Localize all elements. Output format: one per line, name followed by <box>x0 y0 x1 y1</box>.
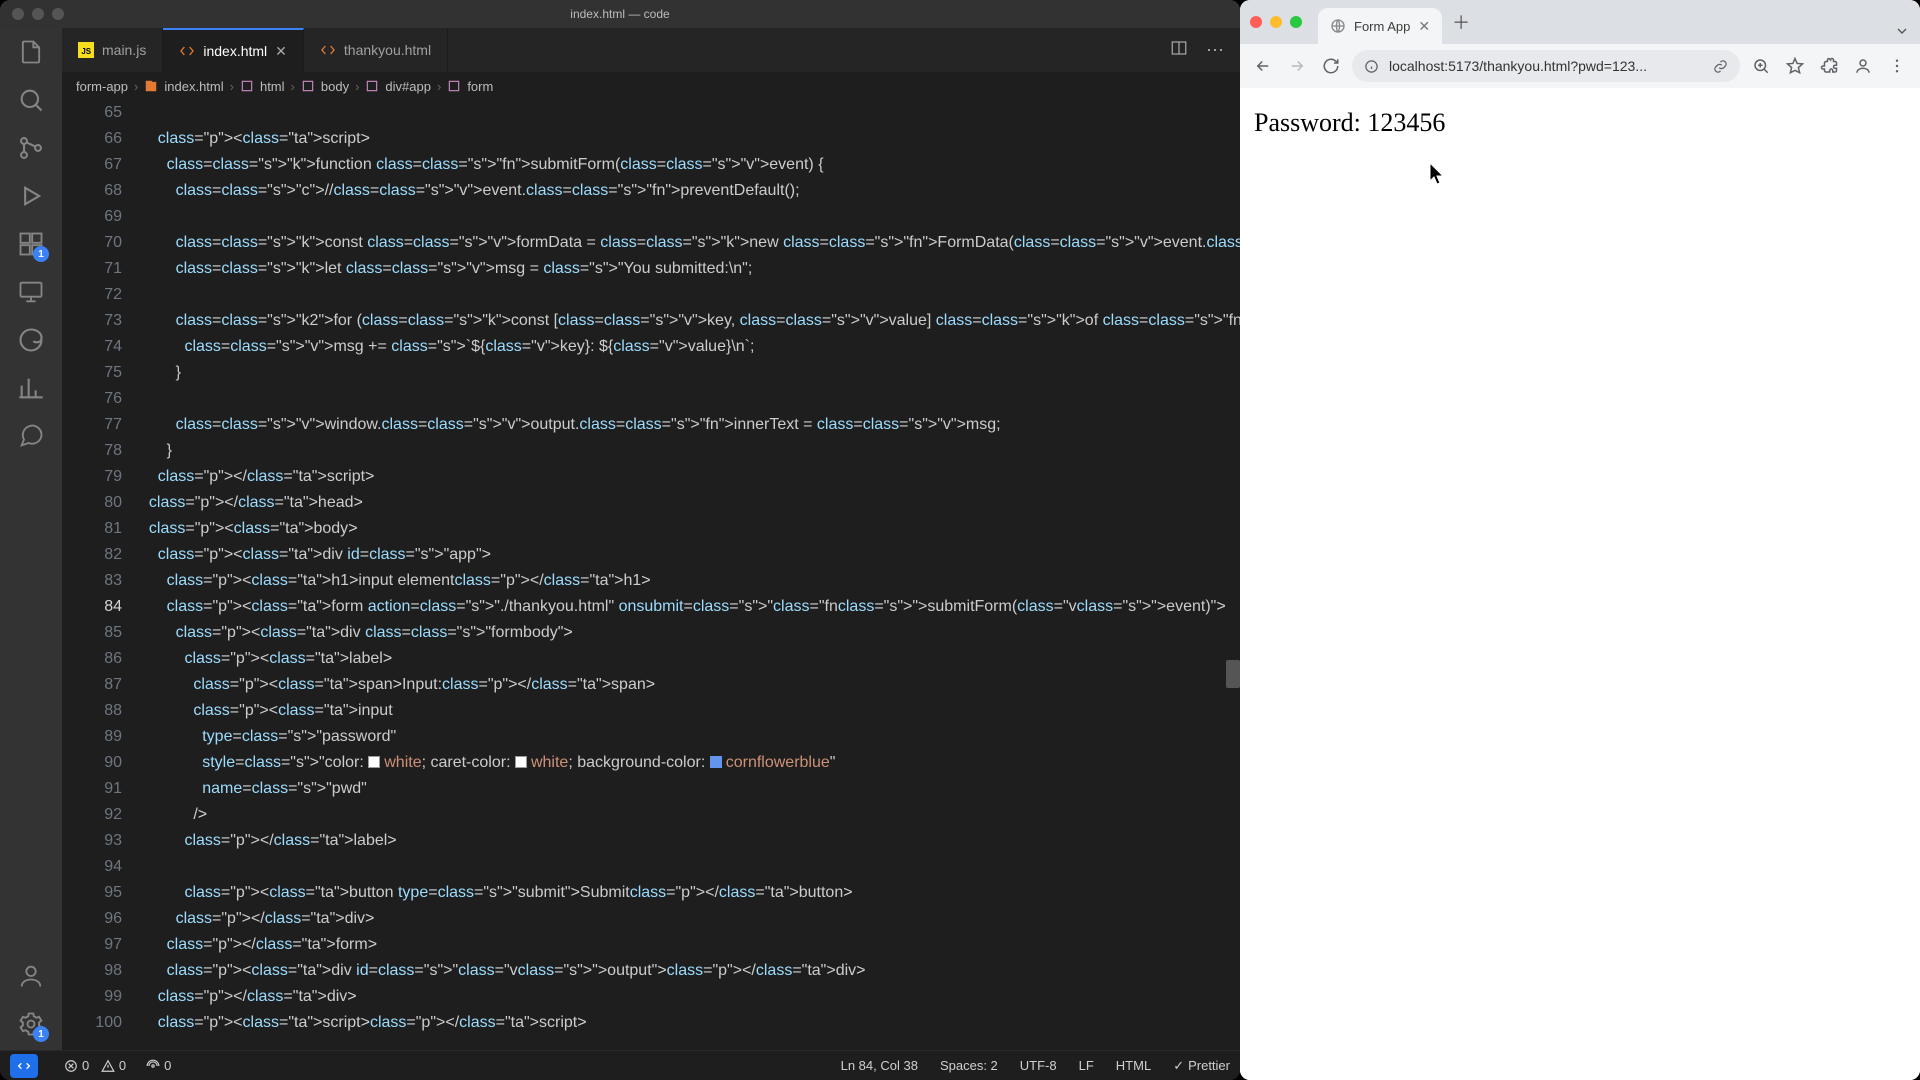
window-title: index.html — code <box>570 7 669 21</box>
status-bar: 0 0 0 Ln 84, Col 38 Spaces: 2 UTF-8 LF H… <box>0 1050 1240 1080</box>
remote-indicator[interactable] <box>10 1054 38 1078</box>
browser-tab-title: Form App <box>1354 19 1410 34</box>
edge-icon[interactable] <box>17 326 45 354</box>
forward-button[interactable] <box>1284 53 1310 79</box>
vscode-window: index.html — code 1 <box>0 0 1240 1080</box>
kebab-menu-icon[interactable] <box>1884 53 1910 79</box>
editor-actions: ⋯ <box>1154 28 1240 72</box>
breadcrumb[interactable]: form-app› index.html› html› body› div#ap… <box>62 72 1240 100</box>
chrome-window: Form App ✕ ＋ localhost:5173/thankyou.htm… <box>1240 0 1920 1080</box>
chrome-tab-strip: Form App ✕ ＋ <box>1240 0 1920 44</box>
close-tab-icon[interactable]: ✕ <box>1418 19 1430 33</box>
url-text: localhost:5173/thankyou.html?pwd=123... <box>1389 58 1703 74</box>
extensions-puzzle-icon[interactable] <box>1816 53 1842 79</box>
account-icon[interactable] <box>17 962 45 990</box>
mouse-cursor-icon <box>1428 162 1446 186</box>
breadcrumb-item[interactable]: index.html <box>164 79 223 94</box>
more-actions-icon[interactable]: ⋯ <box>1206 40 1224 61</box>
source-control-icon[interactable] <box>17 134 45 162</box>
ports-indicator[interactable]: 0 <box>146 1058 171 1073</box>
editor-zone: JSmain.jsindex.html✕thankyou.html ⋯ form… <box>62 28 1240 1050</box>
mac-traffic-lights[interactable] <box>12 8 64 20</box>
breadcrumb-item[interactable]: div#app <box>385 79 431 94</box>
extensions-badge: 1 <box>33 246 49 262</box>
breadcrumb-item[interactable]: html <box>260 79 285 94</box>
search-icon[interactable] <box>17 86 45 114</box>
expand-tabs-icon[interactable] <box>1894 23 1910 44</box>
breadcrumb-item[interactable]: form <box>467 79 493 94</box>
svg-text:JS: JS <box>81 47 91 56</box>
close-dot[interactable] <box>1250 16 1262 28</box>
bookmark-star-icon[interactable] <box>1782 53 1808 79</box>
zoom-dot[interactable] <box>52 8 64 20</box>
extensions-icon[interactable]: 1 <box>17 230 45 258</box>
chat-icon[interactable] <box>17 422 45 450</box>
cursor-position[interactable]: Ln 84, Col 38 <box>841 1058 918 1073</box>
editor-tab[interactable]: JSmain.js <box>62 28 163 72</box>
indentation[interactable]: Spaces: 2 <box>940 1058 998 1073</box>
close-tab-icon[interactable]: ✕ <box>275 44 287 58</box>
code-editor[interactable]: 6566676869707172737475767778798081828384… <box>62 100 1240 1050</box>
back-button[interactable] <box>1250 53 1276 79</box>
encoding[interactable]: UTF-8 <box>1020 1058 1057 1073</box>
minimize-dot[interactable] <box>32 8 44 20</box>
profile-avatar-icon[interactable] <box>1850 53 1876 79</box>
activity-bar: 1 1 <box>0 28 62 1050</box>
explorer-icon[interactable] <box>17 38 45 66</box>
mac-traffic-lights[interactable] <box>1250 16 1302 28</box>
page-favicon-icon <box>1330 18 1346 34</box>
minimize-dot[interactable] <box>1270 16 1282 28</box>
editor-tab[interactable]: thankyou.html <box>304 28 448 72</box>
settings-gear-icon[interactable]: 1 <box>17 1010 45 1038</box>
vscode-titlebar: index.html — code <box>0 0 1240 28</box>
close-dot[interactable] <box>12 8 24 20</box>
run-debug-icon[interactable] <box>17 182 45 210</box>
zoom-dot[interactable] <box>1290 16 1302 28</box>
site-info-icon[interactable] <box>1364 59 1379 74</box>
address-bar[interactable]: localhost:5173/thankyou.html?pwd=123... <box>1352 50 1740 82</box>
link-icon[interactable] <box>1713 59 1728 74</box>
eol[interactable]: LF <box>1079 1058 1094 1073</box>
settings-badge: 1 <box>33 1026 49 1042</box>
problems-indicator[interactable]: 0 0 <box>64 1058 126 1073</box>
reload-button[interactable] <box>1318 53 1344 79</box>
split-editor-icon[interactable] <box>1170 39 1188 62</box>
graph-icon[interactable] <box>17 374 45 402</box>
breadcrumb-item[interactable]: body <box>321 79 349 94</box>
formatter[interactable]: ✓ Prettier <box>1173 1058 1230 1074</box>
browser-viewport[interactable]: Password: 123456 <box>1240 88 1920 1080</box>
remote-explorer-icon[interactable] <box>17 278 45 306</box>
editor-tab[interactable]: index.html✕ <box>163 28 304 72</box>
breadcrumb-item[interactable]: form-app <box>76 79 128 94</box>
language-mode[interactable]: HTML <box>1116 1058 1151 1073</box>
minimap-scroll-handle[interactable] <box>1226 660 1240 688</box>
browser-tab[interactable]: Form App ✕ <box>1318 8 1442 44</box>
chrome-toolbar: localhost:5173/thankyou.html?pwd=123... <box>1240 44 1920 88</box>
zoom-icon[interactable] <box>1748 53 1774 79</box>
page-heading: Password: 123456 <box>1254 108 1906 138</box>
new-tab-button[interactable]: ＋ <box>1448 9 1474 35</box>
editor-tabs: JSmain.jsindex.html✕thankyou.html ⋯ <box>62 28 1240 72</box>
